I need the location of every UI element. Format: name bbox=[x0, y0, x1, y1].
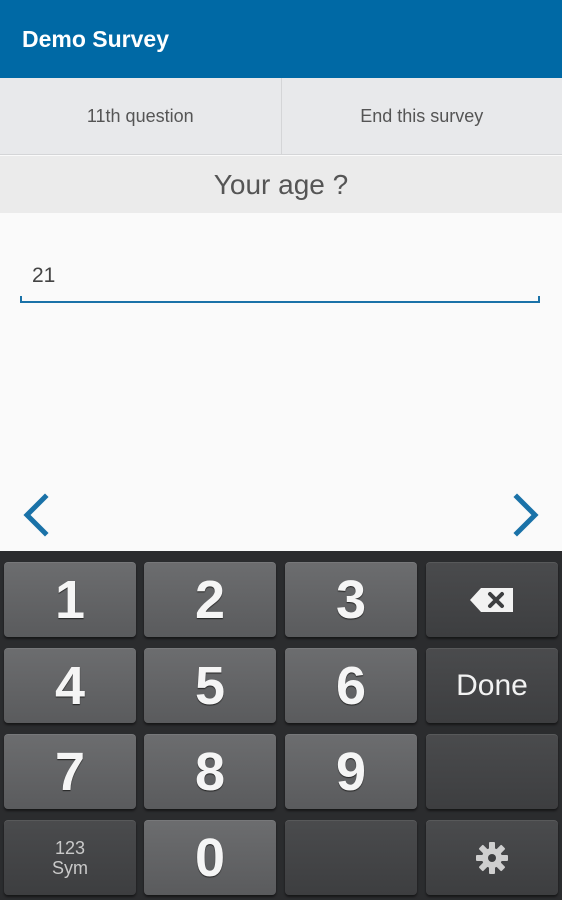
key-7[interactable]: 7 bbox=[4, 734, 136, 809]
key-2[interactable]: 2 bbox=[144, 562, 276, 637]
gear-icon bbox=[476, 841, 508, 874]
key-3[interactable]: 3 bbox=[285, 562, 417, 637]
key-1[interactable]: 1 bbox=[4, 562, 136, 637]
settings-key[interactable] bbox=[426, 820, 558, 895]
age-input[interactable] bbox=[20, 253, 540, 299]
previous-question-button[interactable] bbox=[16, 493, 56, 537]
key-4[interactable]: 4 bbox=[4, 648, 136, 723]
input-underline bbox=[20, 301, 540, 303]
symbols-key[interactable]: 123 Sym bbox=[4, 820, 136, 895]
key-0[interactable]: 0 bbox=[144, 820, 276, 895]
next-question-button[interactable] bbox=[506, 493, 546, 537]
question-title: Your age ? bbox=[0, 156, 562, 213]
chevron-right-icon bbox=[513, 493, 539, 537]
age-field-container bbox=[20, 253, 540, 303]
numeric-keyboard: 1 2 3 4 5 6 Done 7 8 9 123 Sym 0 bbox=[0, 551, 562, 900]
key-6[interactable]: 6 bbox=[285, 648, 417, 723]
app-title: Demo Survey bbox=[22, 25, 170, 52]
chevron-left-icon bbox=[23, 493, 49, 537]
blank-key[interactable] bbox=[426, 734, 558, 809]
backspace-key[interactable] bbox=[426, 562, 558, 637]
key-8[interactable]: 8 bbox=[144, 734, 276, 809]
answer-area bbox=[0, 213, 562, 551]
key-5[interactable]: 5 bbox=[144, 648, 276, 723]
key-9[interactable]: 9 bbox=[285, 734, 417, 809]
app-bar: Demo Survey bbox=[0, 0, 562, 78]
done-key[interactable]: Done bbox=[426, 648, 558, 723]
backspace-icon bbox=[470, 587, 513, 612]
tab-end-survey[interactable]: End this survey bbox=[280, 78, 562, 154]
blank-key-bottom[interactable] bbox=[285, 820, 417, 895]
tab-question-number[interactable]: 11th question bbox=[0, 78, 281, 154]
survey-tabs: 11th question End this survey bbox=[0, 78, 562, 155]
